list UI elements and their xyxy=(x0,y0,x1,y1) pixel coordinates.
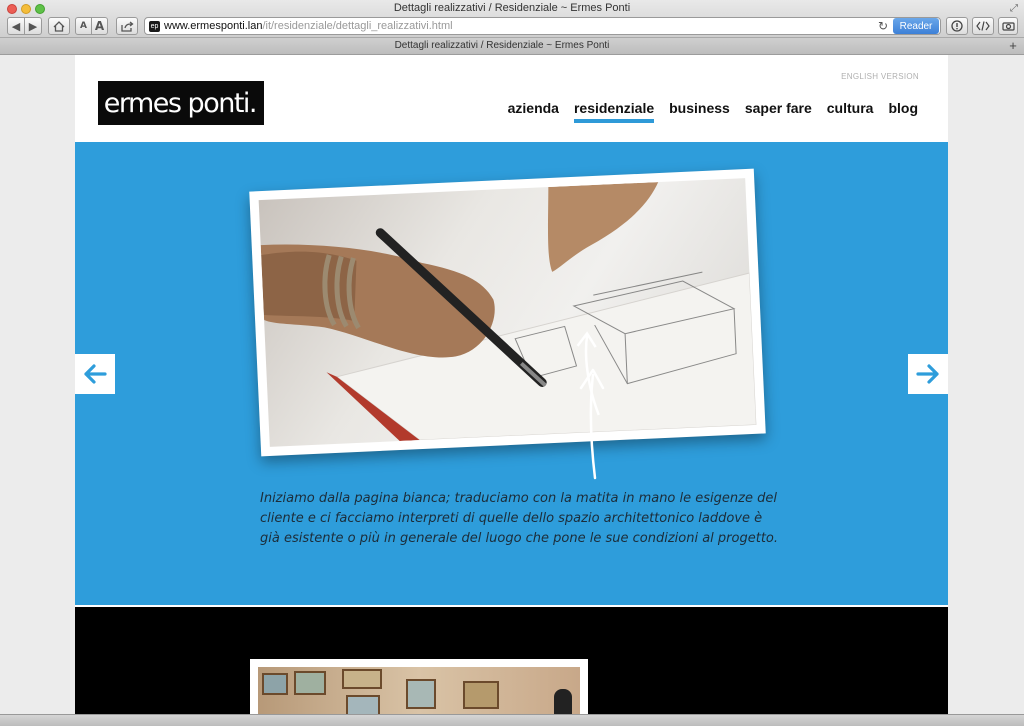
arrow-left-icon xyxy=(84,364,107,384)
hero-slider: Iniziamo dalla pagina bianca; traduciamo… xyxy=(75,142,948,607)
slide-caption: Iniziamo dalla pagina bianca; traduciamo… xyxy=(260,491,779,546)
info-icon xyxy=(951,20,963,32)
browser-titlebar: Dettagli realizzativi / Residenziale ~ E… xyxy=(0,0,1024,38)
code-icon xyxy=(976,21,990,31)
gallery-section xyxy=(75,607,948,714)
main-nav: azienda residenziale business saper fare… xyxy=(508,100,918,123)
browser-toolbar: ◀ ▶ A A ep www.ermesponti.lan/it/residen… xyxy=(0,15,1024,37)
slider-next-button[interactable] xyxy=(908,354,948,394)
share-button[interactable] xyxy=(116,17,138,35)
reader-button[interactable]: Reader xyxy=(893,18,939,34)
nav-azienda[interactable]: azienda xyxy=(508,100,559,122)
gallery-photo-frame[interactable] xyxy=(250,659,588,714)
nav-business[interactable]: business xyxy=(669,100,730,122)
slide-photo-frame xyxy=(249,168,766,457)
forward-button[interactable]: ▶ xyxy=(24,17,42,35)
nav-saper-fare[interactable]: saper fare xyxy=(745,100,812,122)
source-button[interactable] xyxy=(972,17,994,35)
address-bar[interactable]: ep www.ermesponti.lan/it/residenziale/de… xyxy=(144,17,941,35)
fullscreen-icon[interactable]: ⤢ xyxy=(1010,3,1018,14)
site-logo[interactable]: ermes ponti. xyxy=(98,81,264,125)
extension-button[interactable] xyxy=(946,17,968,35)
back-button[interactable]: ◀ xyxy=(7,17,25,35)
reload-icon[interactable]: ↻ xyxy=(878,19,888,33)
nav-residenziale[interactable]: residenziale xyxy=(573,100,655,123)
text-bigger-button[interactable]: A xyxy=(91,17,108,35)
nav-cultura[interactable]: cultura xyxy=(827,100,874,122)
slider-prev-button[interactable] xyxy=(75,354,115,394)
hand-drawn-arrow-icon xyxy=(579,368,605,480)
url-host: www.ermesponti.lan xyxy=(164,20,263,32)
tab-active[interactable]: Dettagli realizzativi / Residenziale ~ E… xyxy=(0,40,1004,51)
text-smaller-button[interactable]: A xyxy=(75,17,92,35)
tab-bar: Dettagli realizzativi / Residenziale ~ E… xyxy=(0,38,1024,55)
site-favicon-icon: ep xyxy=(149,20,160,32)
nav-blog[interactable]: blog xyxy=(888,100,918,122)
home-icon xyxy=(53,20,65,32)
camera-icon xyxy=(1001,22,1015,31)
slide-photo-sketching-hand xyxy=(258,178,757,447)
new-tab-button[interactable]: + xyxy=(1006,38,1020,53)
url-path: /it/residenziale/dettagli_realizzativi.h… xyxy=(262,20,453,32)
sketch-illustration xyxy=(260,182,757,442)
page-viewport: ermes ponti. ENGLISH VERSION azienda res… xyxy=(0,55,1024,714)
english-version-link[interactable]: ENGLISH VERSION xyxy=(841,72,919,81)
share-icon xyxy=(120,20,134,32)
site-container: ermes ponti. ENGLISH VERSION azienda res… xyxy=(75,55,948,714)
screenshot-button[interactable] xyxy=(998,17,1018,35)
arrow-right-icon xyxy=(916,364,939,384)
gallery-photo-room xyxy=(258,667,580,714)
window-title: Dettagli realizzativi / Residenziale ~ E… xyxy=(393,2,631,14)
home-button[interactable] xyxy=(48,17,70,35)
browser-statusbar xyxy=(0,714,1024,726)
